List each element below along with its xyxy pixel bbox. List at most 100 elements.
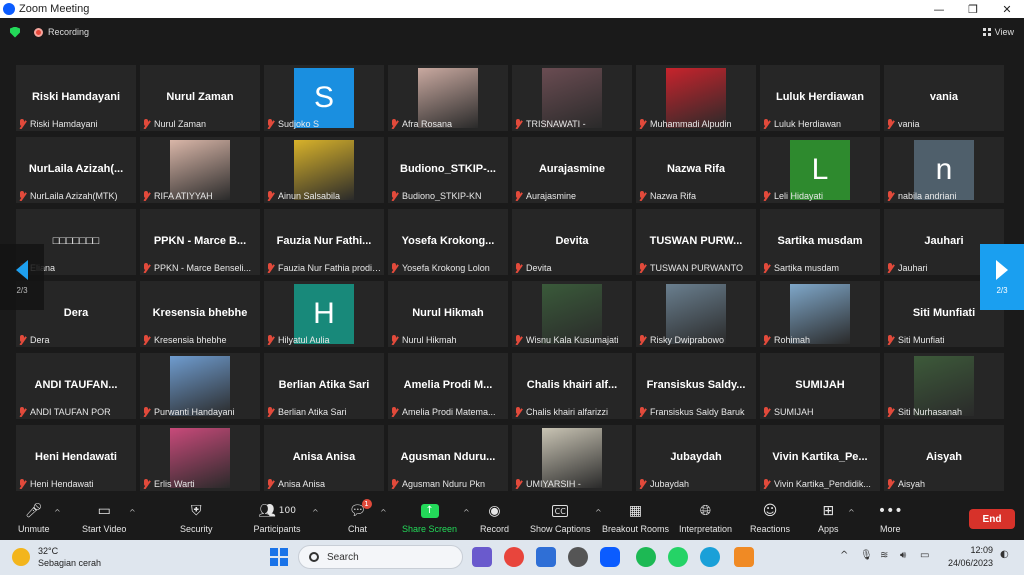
participants-button[interactable]: 👥︎ 100 Participants (252, 502, 302, 534)
participant-tile[interactable]: Purwanti Handayani (140, 353, 260, 419)
participant-tile[interactable]: Amelia Prodi M... Amelia Prodi Matema... (388, 353, 508, 419)
whatsapp-app-icon[interactable] (668, 547, 688, 567)
taskbar-search[interactable]: Search (298, 545, 463, 569)
security-shield-icon[interactable] (10, 26, 20, 38)
captions-chevron-icon[interactable]: ^ (595, 508, 602, 517)
participant-tile[interactable]: Ainun Salsabila (264, 137, 384, 203)
participant-tile[interactable]: Agusman Nduru... Agusman Nduru Pkn (388, 425, 508, 491)
obs-app-icon[interactable] (568, 547, 588, 567)
notification-icon[interactable]: ◐ (1000, 549, 1009, 560)
app-icon-orange[interactable] (734, 547, 754, 567)
teams-app-icon[interactable] (472, 547, 492, 567)
participant-tile[interactable]: Anisa Anisa Anisa Anisa (264, 425, 384, 491)
start-button[interactable] (270, 548, 288, 566)
apps-chevron-icon[interactable]: ^ (848, 508, 855, 517)
muted-mic-icon (142, 191, 151, 201)
participant-tile[interactable]: Sartika musdam Sartika musdam (760, 209, 880, 275)
app-icon[interactable] (536, 547, 556, 567)
participant-tile[interactable]: SUMIJAH SUMIJAH (760, 353, 880, 419)
participant-tile[interactable]: Devita Devita (512, 209, 632, 275)
microphone-tray-icon[interactable]: 🎙︎ (860, 550, 873, 561)
tray-chevron-icon[interactable]: ^ (840, 550, 848, 561)
participant-tile[interactable]: L Leli Hidayati (760, 137, 880, 203)
breakout-rooms-button[interactable]: ▦ Breakout Rooms (602, 502, 669, 534)
participant-tile[interactable]: TRISNAWATI - (512, 65, 632, 131)
reactions-button[interactable]: ☺ Reactions (750, 502, 790, 534)
participant-tile[interactable]: ANDI TAUFAN... ANDI TAUFAN POR (16, 353, 136, 419)
participant-tile[interactable]: Yosefa Krokong... Yosefa Krokong Lolon (388, 209, 508, 275)
record-button[interactable]: ◉ Record (480, 502, 509, 534)
show-captions-button[interactable]: CC Show Captions (530, 502, 591, 534)
previous-page-button[interactable]: 2/3 (0, 244, 44, 310)
battery-icon[interactable]: ▭ (920, 550, 929, 561)
participant-tile[interactable]: Fransiskus Saldy... Fransiskus Saldy Baru… (636, 353, 756, 419)
clock[interactable]: 12:09 24/06/2023 (937, 544, 993, 570)
participant-display-name: Kresensia bhebhe (152, 307, 248, 319)
video-options-chevron-icon[interactable]: ^ (129, 508, 136, 517)
show-captions-label: Show Captions (530, 524, 591, 534)
participants-chevron-icon[interactable]: ^ (312, 508, 319, 517)
participant-tile[interactable]: Heni Hendawati Heni Hendawati (16, 425, 136, 491)
participant-name-label: Erlis Warti (142, 479, 258, 489)
participant-tile[interactable]: Nazwa Rifa Nazwa Rifa (636, 137, 756, 203)
next-page-button[interactable]: 2/3 (980, 244, 1024, 310)
start-video-button[interactable]: ▭ Start Video (82, 502, 126, 534)
participant-name: Purwanti Handayani (154, 407, 235, 417)
maximize-button[interactable]: ❐ (956, 0, 990, 18)
participant-tile[interactable]: Kresensia bhebhe Kresensia bhebhe (140, 281, 260, 347)
view-button[interactable]: View (982, 27, 1014, 37)
participant-tile[interactable]: Vivin Kartika_Pe... Vivin Kartika_Pendidi… (760, 425, 880, 491)
unmute-button[interactable]: 🎤︎ Unmute (18, 502, 50, 534)
share-chevron-icon[interactable]: ^ (463, 508, 470, 517)
participant-tile[interactable]: Afra Rosana (388, 65, 508, 131)
participant-tile[interactable]: Budiono_STKIP-... Budiono_STKIP-KN (388, 137, 508, 203)
audio-options-chevron-icon[interactable]: ^ (54, 508, 61, 517)
participant-tile[interactable]: Muhammadi Alpudin (636, 65, 756, 131)
participant-tile[interactable]: Nurul Hikmah Nurul Hikmah (388, 281, 508, 347)
close-button[interactable]: ✕ (990, 0, 1024, 18)
participant-tile[interactable]: PPKN - Marce B... PPKN - Marce Benseli... (140, 209, 260, 275)
participant-tile[interactable]: Riski Hamdayani Riski Hamdayani (16, 65, 136, 131)
chat-button[interactable]: 💬︎ 1 Chat (348, 499, 372, 534)
participant-tile[interactable]: Erlis Warti (140, 425, 260, 491)
security-button[interactable]: ⛨ Security (180, 502, 213, 534)
chat-chevron-icon[interactable]: ^ (380, 508, 387, 517)
apps-button[interactable]: ⊞ Apps (818, 502, 839, 534)
minimize-button[interactable]: — (922, 0, 956, 18)
participant-tile[interactable]: Wisnu Kala Kusumajati (512, 281, 632, 347)
participant-tile[interactable]: n nabila andriani (884, 137, 1004, 203)
recording-indicator[interactable]: Recording (34, 27, 89, 37)
participant-tile[interactable]: vania vania (884, 65, 1004, 131)
zoom-app-icon[interactable] (600, 547, 620, 567)
participant-tile[interactable]: Aurajasmine Aurajasmine (512, 137, 632, 203)
more-button[interactable]: ••• More (878, 502, 903, 534)
participant-tile[interactable]: Chalis khairi alf... Chalis khairi alfari… (512, 353, 632, 419)
participant-tile[interactable]: S Sudjoko S (264, 65, 384, 131)
interpretation-button[interactable]: 🌐︎ Interpretation (679, 502, 732, 534)
edge-app-icon[interactable] (700, 547, 720, 567)
participant-tile[interactable]: Jubaydah Jubaydah (636, 425, 756, 491)
wifi-icon[interactable]: ≋ (880, 550, 888, 561)
participant-tile[interactable]: Risky Dwiprabowo (636, 281, 756, 347)
chrome-app-icon[interactable] (504, 547, 524, 567)
participant-name: Afra Rosana (402, 119, 453, 129)
speaker-icon[interactable]: 🔊︎ (900, 550, 906, 561)
participant-tile[interactable]: Aisyah Aisyah (884, 425, 1004, 491)
participant-tile[interactable]: H Hilyatul Aulia (264, 281, 384, 347)
participant-tile[interactable]: NurLaila Azizah(... NurLaila Azizah(MTK) (16, 137, 136, 203)
end-meeting-button[interactable]: End (969, 509, 1015, 529)
participant-tile[interactable]: Luluk Herdiawan Luluk Herdiawan (760, 65, 880, 131)
participant-name: Wisnu Kala Kusumajati (526, 335, 619, 345)
participant-tile[interactable]: UMIYARSIH - (512, 425, 632, 491)
weather-widget[interactable]: 32°C Sebagian cerah (12, 545, 101, 569)
participant-tile[interactable]: Siti Nurhasanah (884, 353, 1004, 419)
participant-tile[interactable]: TUSWAN PURW... TUSWAN PURWANTO (636, 209, 756, 275)
muted-mic-icon (886, 191, 895, 201)
participant-tile[interactable]: Fauzia Nur Fathi... Fauzia Nur Fathia pro… (264, 209, 384, 275)
share-screen-button[interactable]: ↑ Share Screen (402, 502, 457, 534)
participant-tile[interactable]: Berlian Atika Sari Berlian Atika Sari (264, 353, 384, 419)
spotify-app-icon[interactable] (636, 547, 656, 567)
participant-tile[interactable]: Rohimah (760, 281, 880, 347)
participant-tile[interactable]: Nurul Zaman Nurul Zaman (140, 65, 260, 131)
participant-tile[interactable]: RIFA ATIYYAH (140, 137, 260, 203)
